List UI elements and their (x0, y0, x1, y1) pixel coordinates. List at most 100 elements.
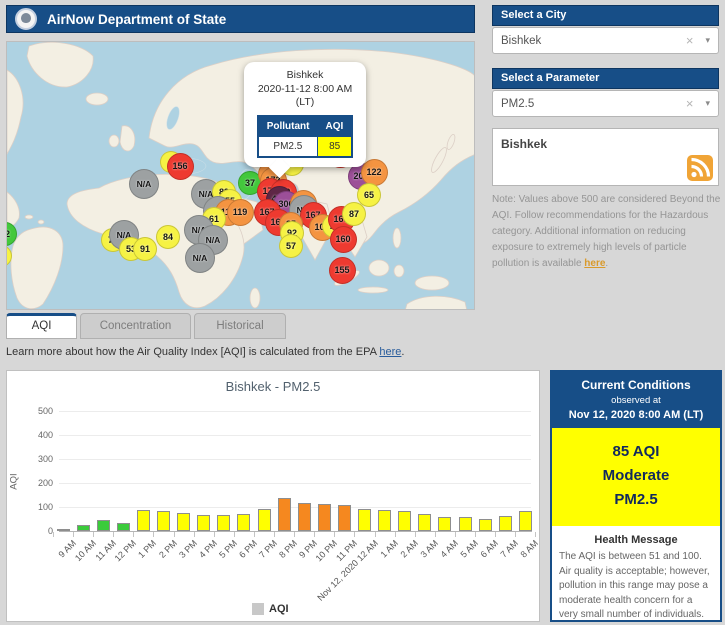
aqi-bar[interactable] (378, 510, 391, 531)
x-tick-label: 3 PM (177, 538, 199, 560)
aqi-bar[interactable] (418, 514, 431, 531)
select-parameter-header: Select a Parameter (492, 68, 719, 89)
aqi-marker[interactable]: N/A (129, 169, 159, 199)
world-aqi-map[interactable]: 3274N/A539184N/A156N/A8955N/A11411961N/A… (6, 41, 475, 310)
clear-icon[interactable]: × (686, 33, 694, 48)
city-select[interactable]: Bishkek × ▾ (492, 27, 719, 54)
aqi-marker[interactable]: 57 (279, 234, 303, 258)
conditions-datetime: Nov 12, 2020 8:00 AM (LT) (556, 409, 716, 421)
aqi-bar[interactable] (358, 509, 371, 531)
parameter-select[interactable]: PM2.5 × ▾ (492, 90, 719, 117)
app-header: AirNow Department of State (6, 5, 475, 33)
conditions-header: Current Conditions observed at Nov 12, 2… (552, 372, 720, 428)
aqi-bar[interactable] (137, 510, 150, 531)
y-tick-label: 200 (25, 478, 53, 488)
conditions-observed-at: observed at (556, 395, 716, 406)
popup-city: Bishkek (249, 69, 361, 83)
y-tick-label: 300 (25, 454, 53, 464)
aqi-marker[interactable]: 160 (330, 226, 357, 253)
y-tick-label: 500 (25, 406, 53, 416)
tab-bar: AQI Concentration Historical (6, 313, 286, 339)
map-popup: Bishkek 2020-11-12 8:00 AM (LT) Pollutan… (244, 62, 366, 167)
tab-aqi[interactable]: AQI (6, 313, 77, 339)
x-tick-label: 10 AM (73, 538, 98, 563)
aqi-bar[interactable] (438, 517, 451, 531)
aqi-bar[interactable] (177, 513, 190, 531)
aqi-bar[interactable] (77, 525, 90, 531)
legend-label: AQI (269, 603, 289, 615)
aqi-marker[interactable]: 155 (329, 257, 356, 284)
health-message-title: Health Message (552, 534, 720, 546)
tab-historical[interactable]: Historical (194, 313, 286, 339)
x-tick-label: 8 AM (519, 538, 541, 560)
rss-icon[interactable] (687, 155, 713, 181)
health-message-text: The AQI is between 51 and 100. Air quali… (552, 550, 720, 622)
aqi-bar[interactable] (197, 515, 210, 531)
aqi-bar[interactable] (117, 523, 130, 531)
x-tick-label: 3 AM (418, 538, 440, 560)
learn-more-here-link[interactable]: here (379, 346, 401, 358)
select-city-header: Select a City (492, 5, 719, 26)
aqi-marker[interactable]: 91 (133, 237, 157, 261)
x-tick-label: 4 AM (438, 538, 460, 560)
aqi-bar[interactable] (318, 504, 331, 531)
x-tick-label: 7 PM (257, 538, 279, 560)
aqi-bar[interactable] (258, 509, 271, 531)
x-tick-label: 6 AM (479, 538, 501, 560)
parameter-select-value: PM2.5 (501, 98, 686, 110)
aqi-bar[interactable] (217, 515, 230, 531)
aqi-marker[interactable]: N/A (185, 243, 215, 273)
aqi-marker[interactable]: 156 (167, 153, 194, 180)
aqi-bar[interactable] (398, 511, 411, 531)
y-tick-label: 0 (25, 526, 53, 536)
x-tick-label: 8 PM (277, 538, 299, 560)
x-tick-label: 1 PM (137, 538, 159, 560)
aqi-bar[interactable] (459, 517, 472, 531)
x-tick-label: 2 AM (398, 538, 420, 560)
x-tick-label: 6 PM (237, 538, 259, 560)
conditions-pollutant: PM2.5 (556, 488, 716, 512)
learn-more-suffix: . (401, 346, 404, 358)
popup-aqi-value: 85 (318, 136, 353, 157)
chart-legend[interactable]: AQI (252, 603, 289, 615)
aqi-bar[interactable] (479, 519, 492, 531)
y-tick-label: 100 (25, 502, 53, 512)
clear-icon[interactable]: × (686, 96, 694, 111)
popup-aqi-table: Pollutant AQI PM2.5 85 (257, 115, 354, 158)
popup-pollutant-value: PM2.5 (258, 136, 318, 157)
aqi-bar[interactable] (97, 520, 110, 531)
chevron-down-icon[interactable]: ▾ (705, 98, 710, 109)
app-title: AirNow Department of State (47, 12, 226, 27)
chevron-down-icon[interactable]: ▾ (705, 35, 710, 46)
current-conditions-panel: Current Conditions observed at Nov 12, 2… (550, 370, 722, 622)
note-here-link[interactable]: here (584, 258, 605, 269)
aqi-bar[interactable] (499, 516, 512, 531)
x-tick-label: 1 AM (378, 538, 400, 560)
conditions-title: Current Conditions (556, 378, 716, 392)
aqi-marker[interactable]: 65 (357, 183, 381, 207)
aqi-bar[interactable] (298, 503, 311, 531)
x-tick-label: 5 AM (458, 538, 480, 560)
aqi-bar[interactable] (157, 511, 170, 531)
chart-plot-area: 01002003004005009 AM10 AM11 AM12 PM1 PM2… (7, 371, 539, 621)
aqi-bar[interactable] (57, 529, 70, 531)
aqi-marker[interactable]: 84 (156, 225, 180, 249)
aqi-bar[interactable] (278, 498, 291, 531)
conditions-category: Moderate (556, 464, 716, 488)
chart-x-axis (59, 531, 532, 532)
aqi-note: Note: Values above 500 are considered Be… (492, 192, 721, 272)
legend-swatch-icon (252, 603, 264, 615)
tab-concentration[interactable]: Concentration (80, 313, 191, 339)
aqi-marker[interactable]: 119 (227, 199, 254, 226)
feed-city-label: Bishkek (501, 137, 547, 151)
aqi-bar[interactable] (237, 514, 250, 531)
aqi-bar[interactable] (519, 511, 532, 531)
conditions-aqi-box: 85 AQI Moderate PM2.5 (552, 428, 720, 526)
popup-aqi-header: AQI (318, 116, 353, 137)
aqi-marker[interactable]: 122 (361, 159, 388, 186)
aqi-chart-panel: Bishkek - PM2.5 AQI 01002003004005009 AM… (6, 370, 540, 622)
x-tick-label: 4 PM (197, 538, 219, 560)
learn-more-text: Learn more about how the Air Quality Ind… (6, 346, 379, 358)
aqi-bar[interactable] (338, 505, 351, 531)
city-select-value: Bishkek (501, 35, 686, 47)
